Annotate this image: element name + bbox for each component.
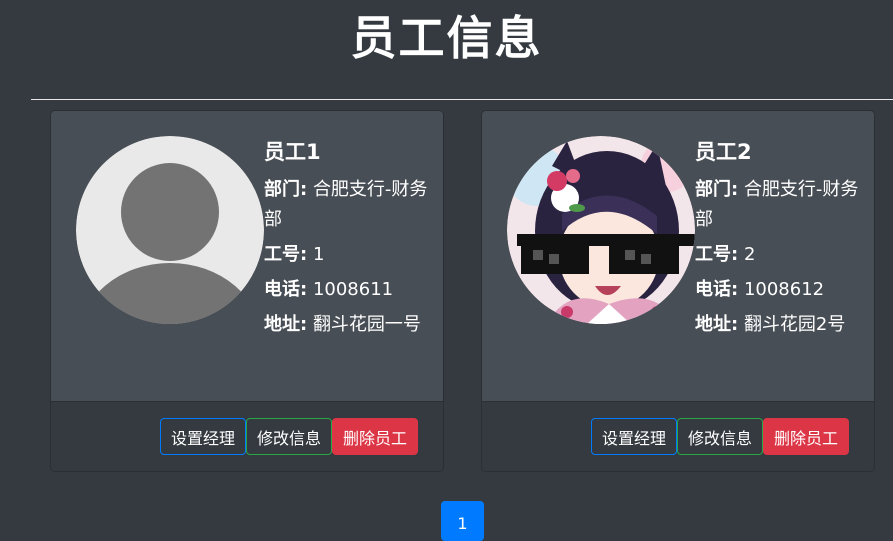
default-user-icon — [76, 136, 264, 324]
phone-field: 电话: 1008612 — [695, 275, 860, 305]
edit-info-button[interactable]: 修改信息 — [676, 418, 763, 455]
card-body: 员工2 部门: 合肥支行-财务部 工号: 2 电话: 1008612 地址: 翻… — [482, 111, 874, 401]
employee-card: 员工1 部门: 合肥支行-财务部 工号: 1 电话: 1008611 地址: 翻… — [50, 110, 444, 472]
set-manager-button[interactable]: 设置经理 — [590, 418, 677, 455]
employee-card: 员工2 部门: 合肥支行-财务部 工号: 2 电话: 1008612 地址: 翻… — [481, 110, 875, 472]
card-body: 员工1 部门: 合肥支行-财务部 工号: 1 电话: 1008611 地址: 翻… — [51, 111, 443, 401]
edit-info-button[interactable]: 修改信息 — [245, 418, 332, 455]
employee-info: 员工1 部门: 合肥支行-财务部 工号: 1 电话: 1008611 地址: 翻… — [264, 137, 429, 345]
id-value: 1 — [312, 244, 325, 265]
id-label: 工号: — [695, 244, 739, 265]
card-footer: 设置经理 修改信息 删除员工 — [482, 401, 874, 471]
divider — [31, 99, 893, 100]
anime-avatar — [507, 136, 695, 324]
dept-label: 部门: — [695, 179, 739, 200]
id-value: 2 — [743, 244, 756, 265]
avatar — [507, 136, 695, 324]
address-value: 翻斗花园2号 — [743, 314, 846, 335]
phone-value: 1008611 — [312, 279, 394, 300]
dept-label: 部门: — [264, 179, 308, 200]
delete-employee-button[interactable]: 删除员工 — [762, 418, 849, 455]
address-field: 地址: 翻斗花园2号 — [695, 310, 860, 340]
id-field: 工号: 1 — [264, 240, 429, 270]
dept-field: 部门: 合肥支行-财务部 — [695, 175, 860, 235]
page-1-button[interactable]: 1 — [441, 501, 484, 541]
avatar — [76, 136, 264, 324]
card-footer: 设置经理 修改信息 删除员工 — [51, 401, 443, 471]
phone-value: 1008612 — [743, 279, 825, 300]
id-label: 工号: — [264, 244, 308, 265]
employee-name: 员工2 — [695, 140, 752, 164]
phone-label: 电话: — [695, 279, 739, 300]
address-field: 地址: 翻斗花园一号 — [264, 310, 429, 340]
page-title: 员工信息 — [350, 11, 543, 65]
address-value: 翻斗花园一号 — [312, 314, 421, 335]
id-field: 工号: 2 — [695, 240, 860, 270]
employee-info: 员工2 部门: 合肥支行-财务部 工号: 2 电话: 1008612 地址: 翻… — [695, 137, 860, 345]
phone-label: 电话: — [264, 279, 308, 300]
delete-employee-button[interactable]: 删除员工 — [331, 418, 418, 455]
address-label: 地址: — [695, 314, 739, 335]
dept-field: 部门: 合肥支行-财务部 — [264, 175, 429, 235]
address-label: 地址: — [264, 314, 308, 335]
employee-name: 员工1 — [264, 140, 321, 164]
phone-field: 电话: 1008611 — [264, 275, 429, 305]
set-manager-button[interactable]: 设置经理 — [159, 418, 246, 455]
